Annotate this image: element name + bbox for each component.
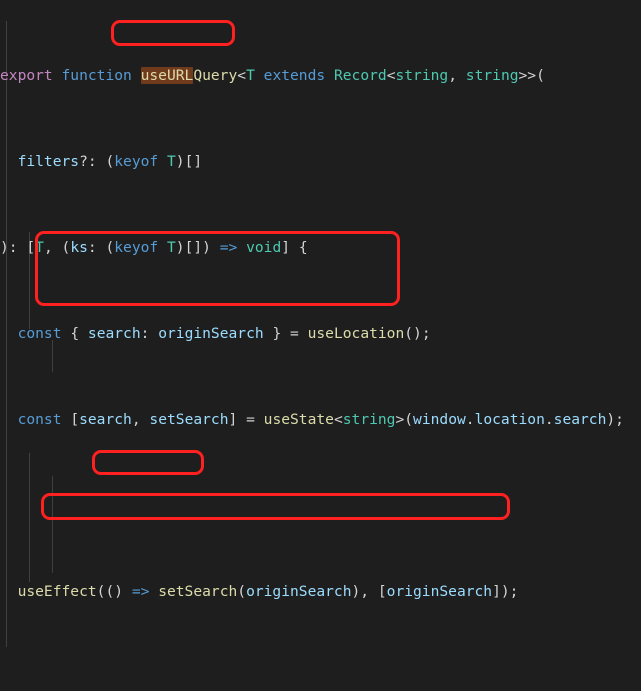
- code-line: filters?: (keyof T)[]: [17, 152, 203, 170]
- code-line: export function useURLQuery<T extends Re…: [0, 66, 545, 84]
- code-content[interactable]: export function useURLQuery<T extends Re…: [0, 0, 641, 691]
- code-editor-screenshot: export function useURLQuery<T extends Re…: [0, 0, 641, 691]
- code-line: ): [T, (ks: (keyof T)[]) => void] {: [0, 238, 308, 256]
- code-line: useEffect(() => setSearch(originSearch),…: [17, 582, 519, 600]
- code-line: const { search: originSearch } = useLoca…: [17, 324, 431, 342]
- code-line: const [search, setSearch] = useState<str…: [17, 410, 624, 428]
- find-match-highlight: useURL: [140, 66, 194, 84]
